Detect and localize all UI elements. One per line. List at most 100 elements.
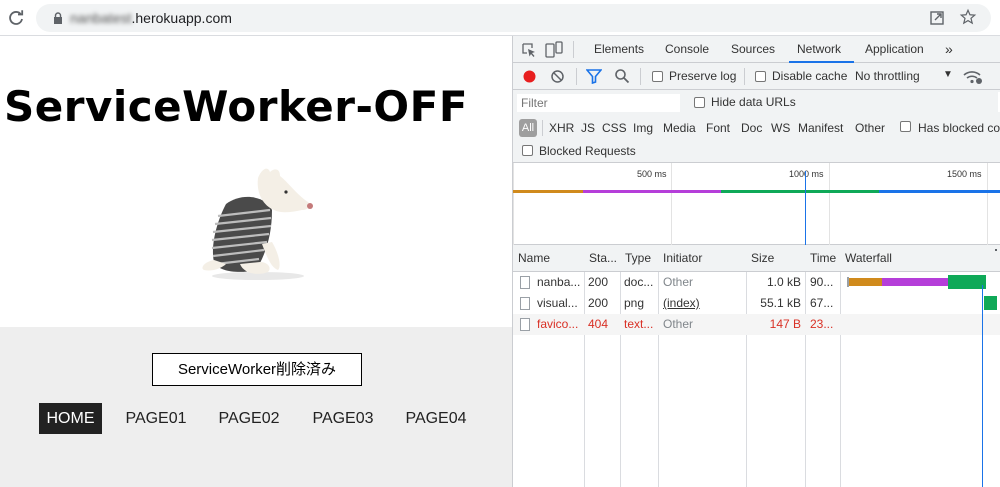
type-filter-other[interactable]: Other [855,121,885,135]
request-status: 200 [588,275,609,289]
tab-sources[interactable]: Sources [731,36,775,63]
tab-application[interactable]: Application [865,36,924,63]
inspect-element-icon[interactable] [521,42,537,58]
column-header-size[interactable]: Size [746,245,805,272]
overview-bar-download-2 [801,190,879,193]
disable-cache-checkbox[interactable] [755,71,766,82]
network-conditions-icon[interactable] [963,69,983,85]
star-icon[interactable] [959,8,977,26]
throttling-select[interactable]: No throttling [855,69,920,83]
request-initiator: Other [663,317,694,331]
overview-tick: 500 ms [637,169,667,179]
overview-tick: 1000 ms [789,169,824,179]
reload-icon[interactable] [6,8,26,28]
hide-data-urls-label: Hide data URLs [711,95,796,109]
record-icon[interactable] [522,69,537,84]
type-divider [542,120,543,136]
preserve-log-checkbox[interactable] [652,71,663,82]
nav-page01[interactable]: PAGE01 [119,403,193,434]
request-type: png [624,296,645,310]
device-toolbar-icon[interactable] [545,41,563,58]
document-icon [520,276,530,289]
column-header-initiator[interactable]: Initiator [658,245,746,272]
nav-page04[interactable]: PAGE04 [399,403,473,434]
request-type: text... [624,317,654,331]
search-icon[interactable] [614,68,630,84]
request-size: 55.1 kB [760,296,801,310]
browser-toolbar: nanbatest.herokuapp.com [0,0,1000,36]
request-size: 147 B [769,317,801,331]
dropdown-arrow-icon[interactable]: ▼ [943,69,953,80]
request-time: 67... [810,296,834,310]
toolbar-divider [576,68,577,85]
type-filter-js[interactable]: JS [581,121,595,135]
request-type: doc... [624,275,654,289]
blocked-requests-checkbox[interactable] [522,145,533,156]
request-initiator: Other [663,275,694,289]
request-initiator-link[interactable]: (index) [663,293,743,314]
type-filter-ws[interactable]: WS [771,121,790,135]
hide-data-urls-checkbox[interactable] [694,97,705,108]
overview-gridline [513,163,514,245]
tab-console[interactable]: Console [665,36,709,63]
type-filter-doc[interactable]: Doc [741,121,762,135]
column-header-status[interactable]: Sta... [584,245,620,272]
toolbar-divider [640,68,641,85]
column-header-name[interactable]: Name [513,245,584,272]
type-filter-xhr[interactable]: XHR [549,121,574,135]
request-time: 23... [810,317,834,331]
filter-input[interactable] [517,94,680,112]
column-header-type[interactable]: Type [620,245,658,272]
page-title: ServiceWorker-OFF [4,82,469,131]
overview-domcontentloaded-line [805,171,806,245]
waterfall-download [984,296,997,310]
request-size: 1.0 kB [766,275,801,289]
column-header-time[interactable]: Time [805,245,840,272]
column-header-waterfall[interactable]: Waterfall [840,245,1000,272]
nav-page03[interactable]: PAGE03 [306,403,380,434]
document-icon [520,318,530,331]
tab-network[interactable]: Network [789,36,854,63]
waterfall-download [948,275,986,289]
tab-elements[interactable]: Elements [594,36,644,63]
has-blocked-cookies-label: Has blocked cookies [918,121,1000,135]
waterfall-sort-marker [995,249,997,251]
web-page: ServiceWorker-OFF ServiceWorker削除済み HOME… [0,36,512,487]
clear-icon[interactable] [550,69,565,84]
url-blurred-part: nanbatest [70,10,132,26]
table-row[interactable]: visual... 200 png (index) 55.1 kB 67... [513,293,1000,314]
nav-page02[interactable]: PAGE02 [212,403,286,434]
nav-home[interactable]: HOME [39,403,102,434]
tab-divider [573,41,574,58]
overview-bar-blue [879,190,1000,193]
open-in-new-icon[interactable] [929,10,945,26]
table-header: Name Sta... Type Initiator Size Time Wat… [513,245,1000,272]
type-filter-manifest[interactable]: Manifest [798,121,843,135]
disable-cache-label: Disable cache [772,69,848,83]
type-filter-css[interactable]: CSS [602,121,627,135]
filter-icon[interactable] [586,69,602,84]
address-bar[interactable]: nanbatest.herokuapp.com [36,4,991,32]
type-filter-all[interactable]: All [519,119,537,137]
more-tabs-icon[interactable]: » [945,36,953,63]
type-filter-font[interactable]: Font [706,121,730,135]
has-blocked-cookies-checkbox[interactable] [900,121,911,132]
table-row-error[interactable]: favico... 404 text... Other 147 B 23... [513,314,1000,335]
overview-tick: 1500 ms [947,169,982,179]
toolbar-divider [744,68,745,85]
type-filter-media[interactable]: Media [663,121,696,135]
type-filter-img[interactable]: Img [633,121,653,135]
overview-gridline [987,163,988,245]
overview-bar-ttfb [583,190,721,193]
overview-bar-waiting [513,190,583,193]
request-time: 90... [810,275,834,289]
request-name: favico... [537,317,579,331]
request-status: 200 [588,296,609,310]
devtools-panel: Elements Console Sources Network Applica… [512,36,1000,487]
overview-bar-download [721,190,801,193]
url-domain: .herokuapp.com [131,10,232,26]
url-text: nanbatest.herokuapp.com [70,10,232,26]
table-row[interactable]: nanba... 200 doc... Other 1.0 kB 90... [513,272,1000,293]
timeline-overview[interactable]: 500 ms 1000 ms 1500 ms [513,163,1000,245]
serviceworker-status-button[interactable]: ServiceWorker削除済み [152,353,362,386]
